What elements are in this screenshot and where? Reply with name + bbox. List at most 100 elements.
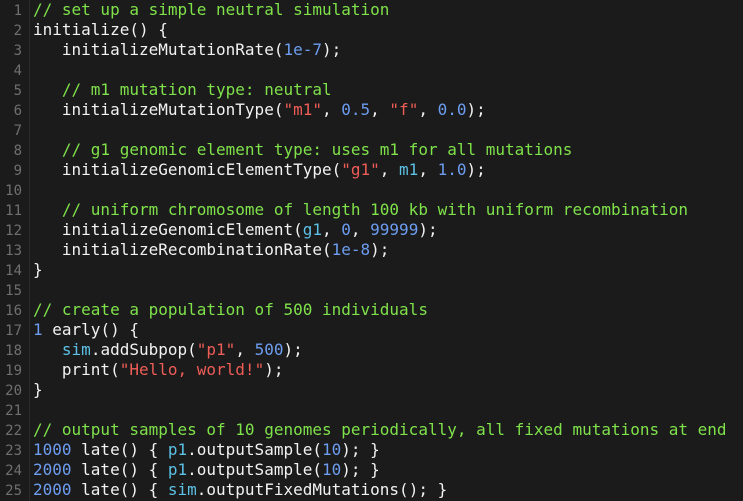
line-number: 25 [5, 483, 22, 499]
code-token-plain: ); } [341, 460, 380, 479]
code-token-plain: early() { [42, 320, 139, 339]
code-token-string: "p1" [196, 340, 236, 359]
code-line[interactable]: 9 initializeGenomicElementType("g1", m1,… [0, 160, 743, 180]
code-token-plain: .addSubpop( [90, 340, 197, 359]
code-token-number: 1 [33, 320, 43, 339]
code-token-plain: ); [264, 360, 284, 379]
code-line[interactable]: 18 sim.addSubpop("p1", 500); [0, 340, 743, 360]
code-line[interactable]: 19 print("Hello, world!"); [0, 360, 743, 380]
code-text[interactable]: 1000 late() { p1.outputSample(10); } [33, 440, 380, 460]
code-line[interactable]: 12 initializeGenomicElement(g1, 0, 99999… [0, 220, 743, 240]
code-text[interactable]: 1 early() { [33, 320, 139, 340]
code-line[interactable]: 11 // uniform chromosome of length 100 k… [0, 200, 743, 220]
code-token-number: 0.0 [437, 100, 467, 119]
code-text[interactable]: 2000 late() { sim.outputFixedMutations()… [33, 480, 447, 500]
code-text[interactable]: } [33, 380, 43, 400]
code-line[interactable]: 1 // set up a simple neutral simulation [0, 0, 743, 20]
code-token-ident: g1 [302, 220, 322, 239]
line-number: 23 [5, 443, 22, 459]
code-token-plain: ); [466, 100, 486, 119]
code-token-comment: // m1 mutation type: neutral [33, 80, 332, 99]
code-token-string: "g1" [341, 160, 380, 179]
code-text[interactable]: initializeMutationRate(1e-7); [33, 40, 341, 60]
line-number: 18 [5, 343, 22, 359]
code-token-plain: initialize() { [33, 20, 168, 39]
code-token-plain: initializeRecombinationRate( [33, 240, 332, 259]
code-token-plain: , [350, 220, 371, 239]
line-number: 24 [5, 463, 22, 479]
code-token-ident: m1 [399, 160, 419, 179]
line-number: 2 [13, 23, 22, 39]
line-number: 21 [5, 403, 22, 419]
code-token-plain: ); [418, 220, 438, 239]
code-text[interactable]: // g1 genomic element type: uses m1 for … [33, 140, 573, 160]
code-text[interactable]: initializeRecombinationRate(1e-8); [33, 240, 390, 260]
code-line[interactable]: 22 // output samples of 10 genomes period… [0, 420, 743, 440]
code-line[interactable]: 21 [0, 400, 743, 420]
line-number: 10 [5, 183, 22, 199]
code-text[interactable]: } [33, 260, 43, 280]
code-token-plain: , [370, 100, 390, 119]
code-text[interactable]: // output samples of 10 genomes periodic… [33, 420, 727, 440]
code-text[interactable]: // m1 mutation type: neutral [33, 80, 332, 100]
code-token-number: 1000 [33, 440, 72, 459]
code-line[interactable]: 23 1000 late() { p1.outputSample(10); } [0, 440, 743, 460]
code-line[interactable]: 2 initialize() { [0, 20, 743, 40]
code-token-plain: , [321, 220, 342, 239]
code-line[interactable]: 14} [0, 260, 743, 280]
code-token-plain: ); [283, 340, 303, 359]
line-number: 8 [13, 143, 22, 159]
code-editor[interactable]: 1// set up a simple neutral simulation 2 i… [0, 0, 743, 501]
code-line[interactable]: 8 // g1 genomic element type: uses m1 fo… [0, 140, 743, 160]
code-token-plain: late() { [71, 460, 168, 479]
code-token-ident: sim [167, 480, 197, 499]
code-line[interactable]: 24 2000 late() { p1.outputSample(10); } [0, 460, 743, 480]
line-number: 14 [5, 263, 22, 279]
code-line[interactable]: 4 [0, 60, 743, 80]
code-text[interactable]: initializeMutationType("m1", 0.5, "f", 0… [33, 100, 486, 120]
code-text[interactable]: // uniform chromosome of length 100 kb w… [33, 200, 688, 220]
code-line[interactable]: 3 initializeMutationRate(1e-7); [0, 40, 743, 60]
code-token-comment: // create a population of 500 individual… [33, 300, 428, 319]
code-token-plain: .outputSample( [187, 440, 322, 459]
code-text[interactable]: initializeGenomicElement(g1, 0, 99999); [33, 220, 438, 240]
code-token-comment: // set up a simple neutral simulation [33, 0, 390, 19]
line-number: 6 [13, 103, 22, 119]
code-token-number: 10 [321, 440, 342, 459]
line-number: 9 [13, 163, 22, 179]
code-line[interactable]: 15 [0, 280, 743, 300]
code-token-plain: , [235, 340, 255, 359]
code-line[interactable]: 7 [0, 120, 743, 140]
code-token-number: 500 [254, 340, 284, 359]
code-text[interactable]: // set up a simple neutral simulation [33, 0, 389, 20]
code-text[interactable]: sim.addSubpop("p1", 500); [33, 340, 303, 360]
code-line[interactable]: 16 // create a population of 500 individu… [0, 300, 743, 320]
code-token-comment: // uniform chromosome of length 100 kb w… [33, 200, 689, 219]
code-text[interactable]: 2000 late() { p1.outputSample(10); } [33, 460, 380, 480]
code-line[interactable]: 20} [0, 380, 743, 400]
line-number: 4 [13, 63, 22, 79]
code-token-plain: print( [33, 360, 120, 379]
line-number: 11 [5, 203, 22, 219]
line-number: 1 [13, 3, 22, 19]
code-token-number: 0.5 [341, 100, 371, 119]
code-text[interactable]: initialize() { [33, 20, 168, 40]
code-line[interactable]: 13 initializeRecombinationRate(1e-8); [0, 240, 743, 260]
code-line[interactable]: 10 [0, 180, 743, 200]
code-text[interactable]: print("Hello, world!"); [33, 360, 284, 380]
code-text[interactable]: // create a population of 500 individual… [33, 300, 428, 320]
code-line[interactable]: 5 // m1 mutation type: neutral [0, 80, 743, 100]
code-text[interactable]: initializeGenomicElementType("g1", m1, 1… [33, 160, 486, 180]
code-token-plain: late() { [71, 480, 168, 499]
code-token-number: 99999 [370, 220, 419, 239]
code-line[interactable]: 6 initializeMutationType("m1", 0.5, "f",… [0, 100, 743, 120]
code-token-plain: ); [321, 40, 342, 59]
code-token-number: 1e-7 [283, 40, 322, 59]
code-line[interactable]: 25 2000 late() { sim.outputFixedMutations… [0, 480, 743, 500]
code-token-ident: p1 [167, 460, 188, 479]
code-line[interactable]: 17 1 early() { [0, 320, 743, 340]
code-token-plain: ); [466, 160, 486, 179]
code-token-plain: , [418, 100, 438, 119]
line-number: 17 [5, 323, 22, 339]
